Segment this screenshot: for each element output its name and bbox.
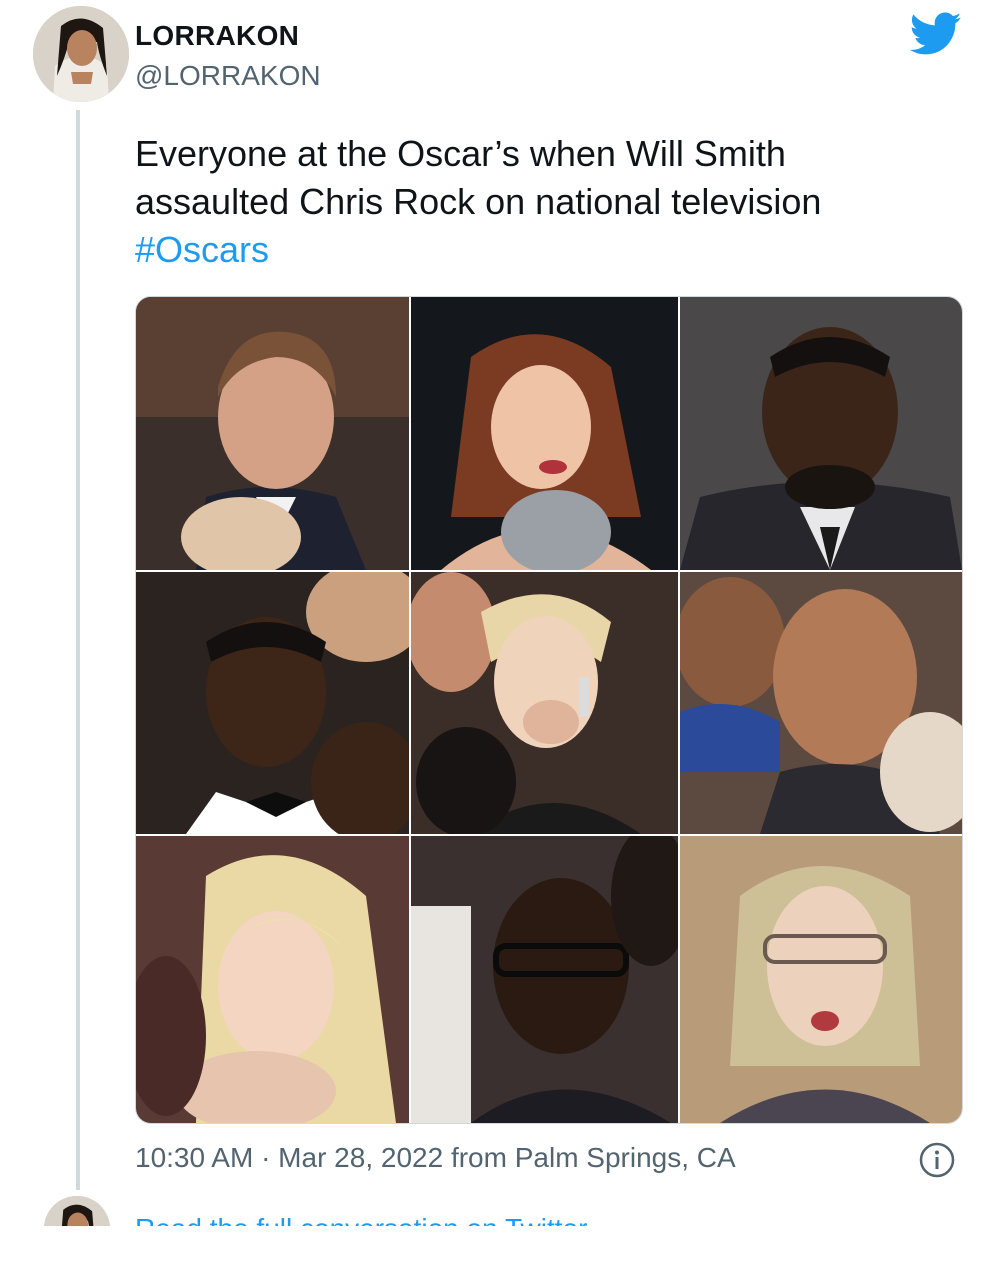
photo-2[interactable] — [411, 297, 678, 570]
hashtag-link[interactable]: #Oscars — [135, 226, 935, 274]
avatar-photo — [33, 6, 129, 102]
tweet-body: Everyone at the Oscar’s when Will Smith … — [135, 133, 822, 222]
author-avatar[interactable] — [33, 6, 129, 102]
photo-9[interactable] — [680, 836, 962, 1123]
photo-1[interactable] — [136, 297, 409, 570]
author-display-name[interactable]: LORRAKON — [135, 20, 299, 52]
tweet-text: Everyone at the Oscar’s when Will Smith … — [135, 130, 935, 274]
photo-6[interactable] — [680, 572, 962, 834]
thread-line — [76, 110, 80, 1190]
photo-4[interactable] — [136, 572, 409, 834]
tweet-timestamp[interactable]: 10:30 AM · Mar 28, 2022 from Palm Spring… — [135, 1142, 736, 1174]
photo-5[interactable] — [411, 572, 678, 834]
page-bottom-edge — [0, 1226, 992, 1263]
photo-3[interactable] — [680, 297, 962, 570]
photo-7[interactable] — [136, 836, 409, 1123]
author-handle[interactable]: @LORRAKON — [135, 60, 321, 92]
photo-grid[interactable] — [135, 296, 963, 1124]
photo-8[interactable] — [411, 836, 678, 1123]
twitter-bird-icon[interactable] — [910, 12, 962, 56]
info-icon[interactable] — [918, 1141, 956, 1179]
